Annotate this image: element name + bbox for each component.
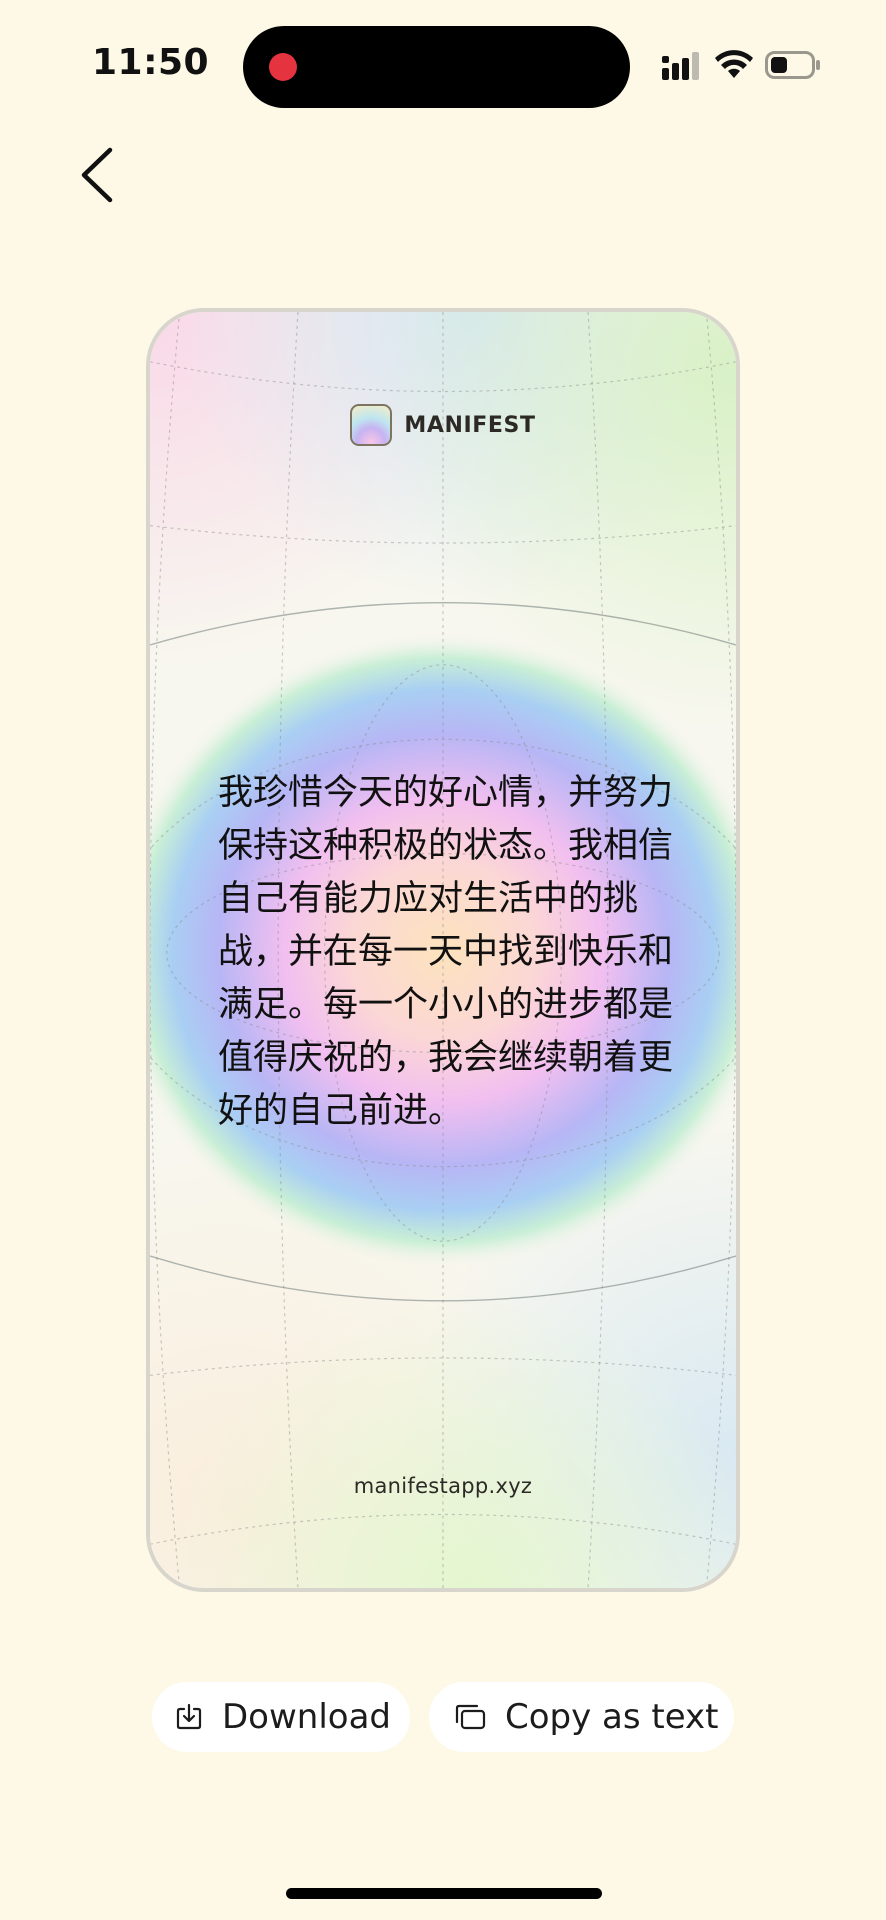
brand-name: MANIFEST	[404, 412, 536, 438]
brand-header: MANIFEST	[150, 404, 736, 446]
affirmation-text: 我珍惜今天的好心情，并努力保持这种积极的状态。我相信自己有能力应对生活中的挑战，…	[218, 773, 674, 1131]
recording-indicator-icon	[269, 53, 297, 81]
battery-icon	[765, 51, 820, 79]
home-indicator[interactable]	[286, 1888, 602, 1899]
dynamic-island	[243, 26, 630, 108]
download-label: Download	[222, 1697, 392, 1737]
copy-label: Copy as text	[505, 1697, 719, 1737]
back-button[interactable]	[72, 140, 126, 210]
status-time: 11:50	[92, 42, 210, 83]
copy-icon	[455, 1704, 486, 1730]
download-button[interactable]: Download	[152, 1682, 410, 1752]
website-url: manifestapp.xyz	[353, 1474, 533, 1498]
affirmation-card: MANIFEST 我珍惜今天的好心情，并努力保持这种积极的状态。我相信自己有能力…	[146, 308, 740, 1592]
signal-icon	[662, 52, 699, 80]
manifest-logo	[350, 404, 393, 446]
download-icon	[176, 1703, 202, 1730]
wifi-icon	[715, 50, 753, 78]
copy-as-text-button[interactable]: Copy as text	[429, 1682, 734, 1752]
